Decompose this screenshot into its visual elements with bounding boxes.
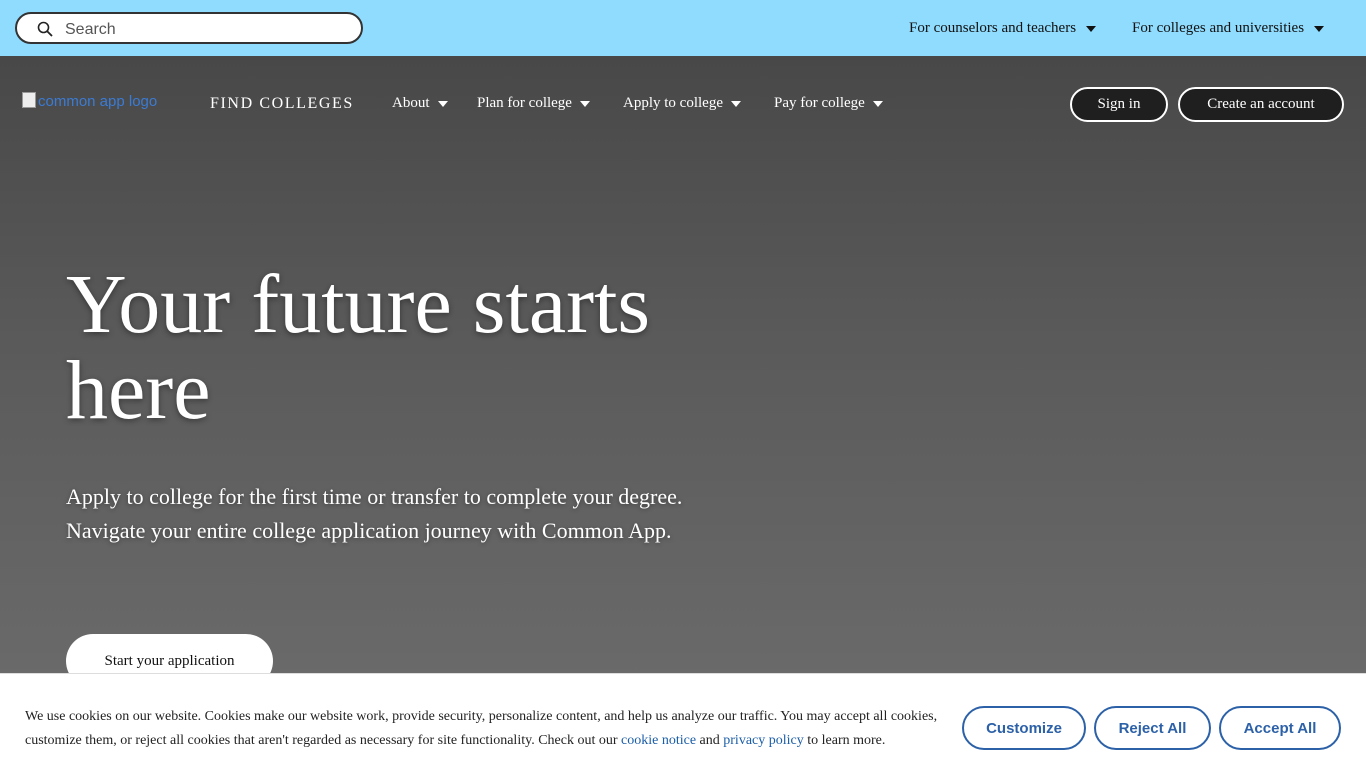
broken-image-icon xyxy=(22,92,36,108)
caret-down-icon xyxy=(437,100,448,107)
hero-title: Your future starts here xyxy=(66,258,651,437)
counselors-teachers-label: For counselors and teachers xyxy=(909,20,1077,36)
nav-plan-for-college[interactable]: Plan for college xyxy=(477,95,590,112)
nav-pay-label: Pay for college xyxy=(774,95,865,111)
caret-down-icon xyxy=(730,100,741,107)
search-box[interactable] xyxy=(15,12,363,44)
nav-plan-label: Plan for college xyxy=(477,95,572,111)
logo-alt-text: common app logo xyxy=(38,93,158,110)
nav-about-label: About xyxy=(392,95,430,111)
cookie-text-after: to learn more. xyxy=(803,733,886,748)
cookie-text-middle: and xyxy=(696,733,724,748)
colleges-universities-menu[interactable]: For colleges and universities xyxy=(1132,20,1325,37)
find-colleges-link[interactable]: FIND COLLEGES xyxy=(210,95,354,113)
common-app-logo[interactable]: common app logo xyxy=(22,92,182,116)
search-input[interactable] xyxy=(63,18,347,42)
top-utility-bar: For counselors and teachers For colleges… xyxy=(0,0,1366,56)
counselors-teachers-menu[interactable]: For counselors and teachers xyxy=(909,20,1097,37)
colleges-universities-label: For colleges and universities xyxy=(1132,20,1305,36)
cookie-message: We use cookies on our website. Cookies m… xyxy=(25,705,945,753)
nav-about[interactable]: About xyxy=(392,95,448,112)
hero-subtitle: Apply to college for the first time or t… xyxy=(66,484,683,543)
caret-down-icon xyxy=(579,100,590,107)
accept-all-cookies-button[interactable]: Accept All xyxy=(1219,706,1341,750)
cookie-notice-link[interactable]: cookie notice xyxy=(621,733,696,748)
sign-in-button[interactable]: Sign in xyxy=(1070,87,1168,122)
cookie-banner: We use cookies on our website. Cookies m… xyxy=(0,673,1366,769)
customize-cookies-button[interactable]: Customize xyxy=(962,706,1086,750)
caret-down-icon xyxy=(1314,25,1325,32)
caret-down-icon xyxy=(872,100,883,107)
create-account-button[interactable]: Create an account xyxy=(1178,87,1344,122)
privacy-policy-link[interactable]: privacy policy xyxy=(723,733,803,748)
caret-down-icon xyxy=(1086,25,1097,32)
reject-all-cookies-button[interactable]: Reject All xyxy=(1094,706,1211,750)
nav-pay-for-college[interactable]: Pay for college xyxy=(774,95,883,112)
nav-apply-label: Apply to college xyxy=(623,95,723,111)
search-icon xyxy=(37,21,53,37)
nav-apply-to-college[interactable]: Apply to college xyxy=(623,95,741,112)
